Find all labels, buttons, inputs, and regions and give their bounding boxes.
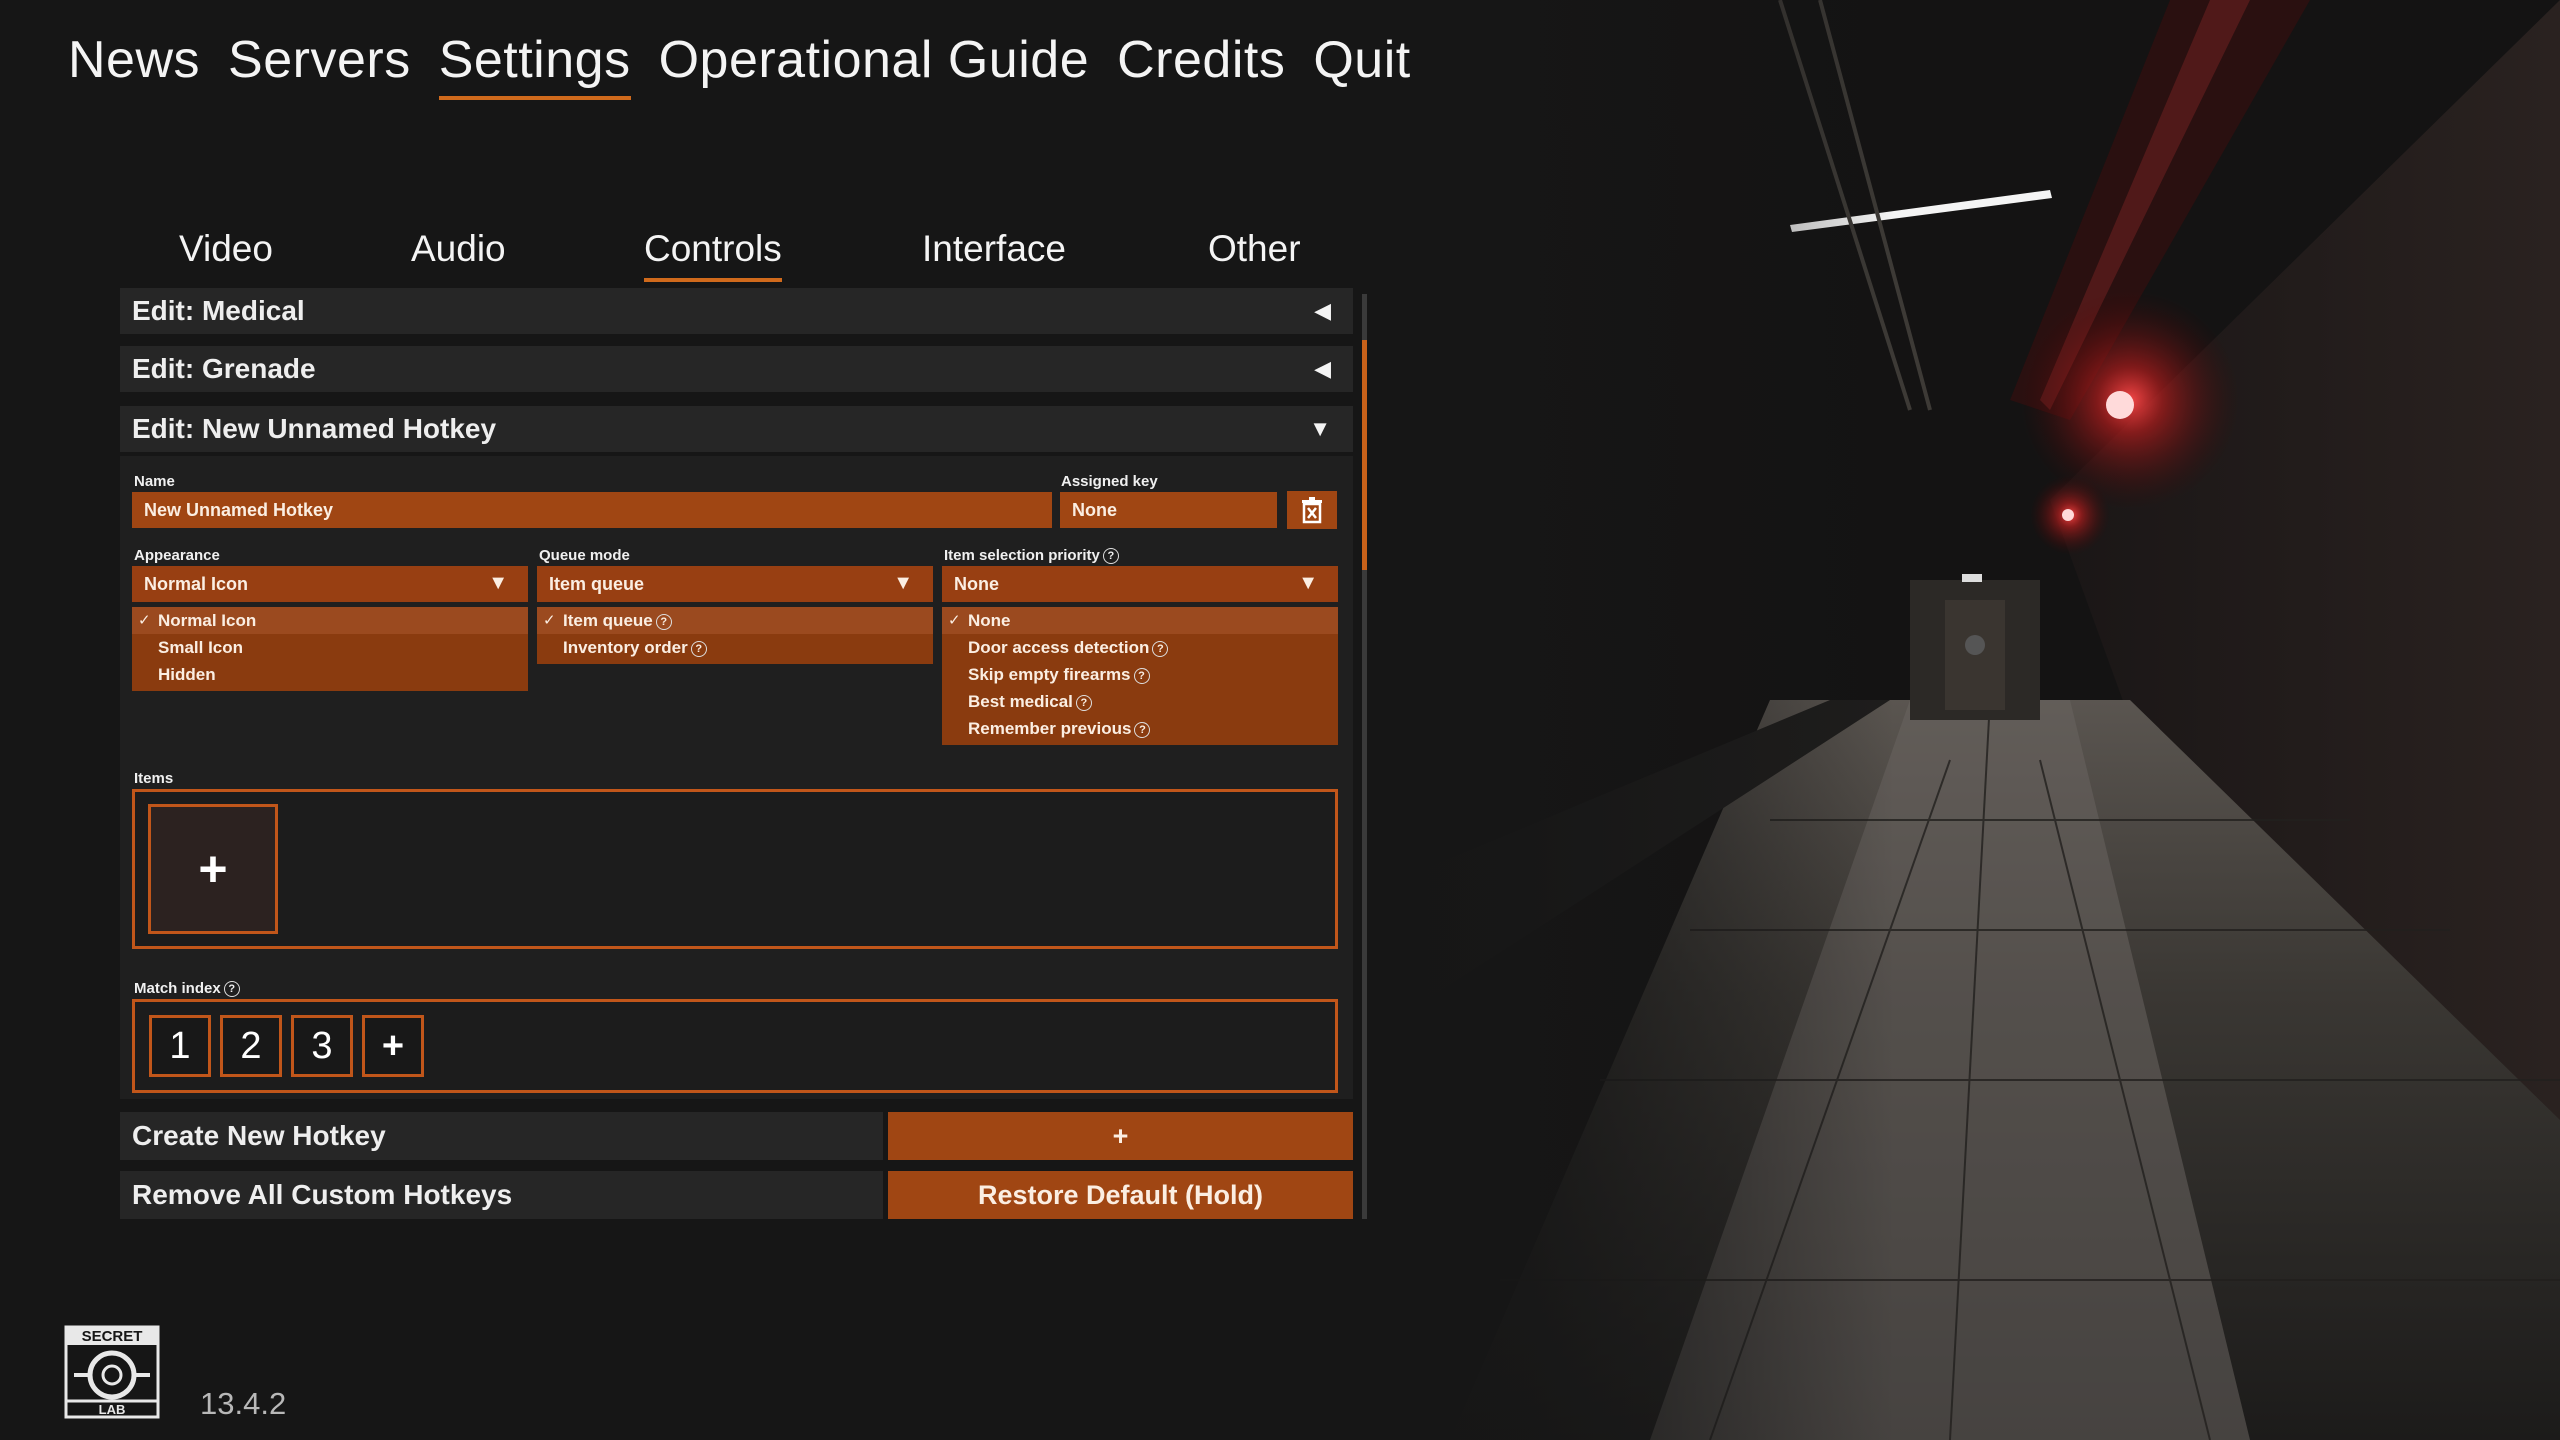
assigned-key-input[interactable]: None [1060,492,1277,528]
appearance-option[interactable]: ✓ Normal Icon [132,607,528,634]
create-hotkey-button[interactable]: + [888,1112,1353,1160]
match-index-text: Match index [134,980,221,997]
queue-mode-option[interactable]: ✓ Item queue? [537,607,933,634]
assigned-key-label: Assigned key [1061,473,1158,490]
assigned-key-value: None [1072,500,1117,520]
name-label: Name [134,473,175,490]
option-label: Item queue [563,611,653,630]
nav-operational-guide[interactable]: Operational Guide [659,30,1090,100]
match-index-3[interactable]: 3 [291,1015,353,1077]
collapse-left-icon: ◀ [1314,356,1331,381]
tab-controls[interactable]: Controls [644,228,782,282]
option-label: Small Icon [158,638,244,657]
priority-option[interactable]: Remember previous? [942,715,1338,742]
section-title: Edit: New Unnamed Hotkey [132,413,497,444]
appearance-option[interactable]: Hidden [132,661,528,688]
priority-option[interactable]: ✓ None [942,607,1338,634]
queue-mode-value: Item queue [549,574,645,594]
remove-hotkeys-label: Remove All Custom Hotkeys [132,1179,513,1210]
help-icon[interactable]: ? [1134,721,1151,738]
remove-hotkeys-row: Remove All Custom Hotkeys [120,1171,883,1219]
tab-interface[interactable]: Interface [922,228,1066,278]
collapse-left-icon: ◀ [1314,298,1331,323]
delete-hotkey-button[interactable] [1287,491,1337,529]
appearance-value: Normal Icon [144,574,249,594]
dropdown-arrow-icon: ▼ [1298,572,1318,594]
help-icon[interactable]: ? [1133,667,1150,684]
section-edit-grenade[interactable]: Edit: Grenade ◀ [120,346,1353,392]
secret-lab-logo-icon: SECRET LAB [64,1325,160,1419]
check-icon: ✓ [543,612,556,629]
background-scene [1350,0,2560,1440]
option-label: Remember previous [968,719,1132,738]
appearance-dropdown[interactable]: Normal Icon ▼ [132,566,528,602]
nav-settings[interactable]: Settings [438,30,631,100]
scrollbar-thumb[interactable] [1362,340,1367,570]
secret-lab-logo: SECRET LAB [64,1325,160,1419]
match-index-1[interactable]: 1 [149,1015,211,1077]
svg-text:SECRET: SECRET [82,1328,143,1345]
help-icon[interactable]: ? [223,981,240,998]
queue-mode-option[interactable]: Inventory order? [537,634,933,661]
option-label: None [968,611,1011,630]
help-icon[interactable]: ? [655,613,672,630]
name-input[interactable]: New Unnamed Hotkey [132,492,1052,528]
selection-priority-label: Item selection priority? [944,547,1119,565]
main-menu: News Servers Settings Operational Guide … [68,30,1411,100]
help-icon[interactable]: ? [1102,548,1119,565]
items-label: Items [134,770,174,787]
items-container [132,789,1338,949]
add-match-index-button[interactable]: + [362,1015,424,1077]
selection-priority-dropdown[interactable]: None ▼ [942,566,1338,602]
tab-video[interactable]: Video [179,228,273,278]
scene-fade-overlay [1350,0,2560,1440]
nav-servers[interactable]: Servers [228,30,411,100]
option-label: Best medical [968,692,1073,711]
svg-text:LAB: LAB [99,1402,126,1417]
option-label: Normal Icon [158,611,257,630]
selection-priority-text: Item selection priority [944,547,1100,564]
section-title: Edit: Grenade [132,353,316,384]
match-index-2[interactable]: 2 [220,1015,282,1077]
match-index-label: Match index? [134,980,240,998]
section-edit-new-hotkey[interactable]: Edit: New Unnamed Hotkey ▼ [120,406,1353,452]
appearance-options: ✓ Normal Icon Small Icon Hidden [132,607,528,691]
check-icon: ✓ [138,612,151,629]
version-label: 13.4.2 [200,1386,287,1421]
priority-option[interactable]: Skip empty firearms? [942,661,1338,688]
dropdown-arrow-icon: ▼ [488,572,508,594]
option-label: Inventory order [563,638,688,657]
option-label: Skip empty firearms [968,665,1131,684]
restore-default-button[interactable]: Restore Default (Hold) [888,1171,1353,1219]
add-item-button[interactable]: + [148,804,278,934]
queue-mode-dropdown[interactable]: Item queue ▼ [537,566,933,602]
option-label: Hidden [158,665,216,684]
option-label: Door access detection [968,638,1150,657]
section-edit-medical[interactable]: Edit: Medical ◀ [120,288,1353,334]
nav-quit[interactable]: Quit [1313,30,1410,100]
nav-credits[interactable]: Credits [1117,30,1285,100]
priority-option[interactable]: Door access detection? [942,634,1338,661]
create-hotkey-label: Create New Hotkey [132,1120,386,1151]
appearance-label: Appearance [134,547,220,564]
help-icon[interactable]: ? [1075,694,1092,711]
selection-priority-options: ✓ None Door access detection? Skip empty … [942,607,1338,745]
nav-news[interactable]: News [68,30,200,100]
queue-mode-options: ✓ Item queue? Inventory order? [537,607,933,664]
help-icon[interactable]: ? [690,640,707,657]
appearance-option[interactable]: Small Icon [132,634,528,661]
queue-mode-label: Queue mode [539,547,630,564]
check-icon: ✓ [948,612,961,629]
tab-audio[interactable]: Audio [411,228,506,278]
tab-other[interactable]: Other [1208,228,1301,278]
priority-option[interactable]: Best medical? [942,688,1338,715]
selection-priority-value: None [954,574,999,594]
create-hotkey-row: Create New Hotkey [120,1112,883,1160]
expand-down-icon: ▼ [1309,416,1331,441]
help-icon[interactable]: ? [1152,640,1169,657]
name-value: New Unnamed Hotkey [144,500,334,520]
dropdown-arrow-icon: ▼ [893,572,913,594]
trash-icon [1302,497,1322,524]
section-title: Edit: Medical [132,295,305,326]
